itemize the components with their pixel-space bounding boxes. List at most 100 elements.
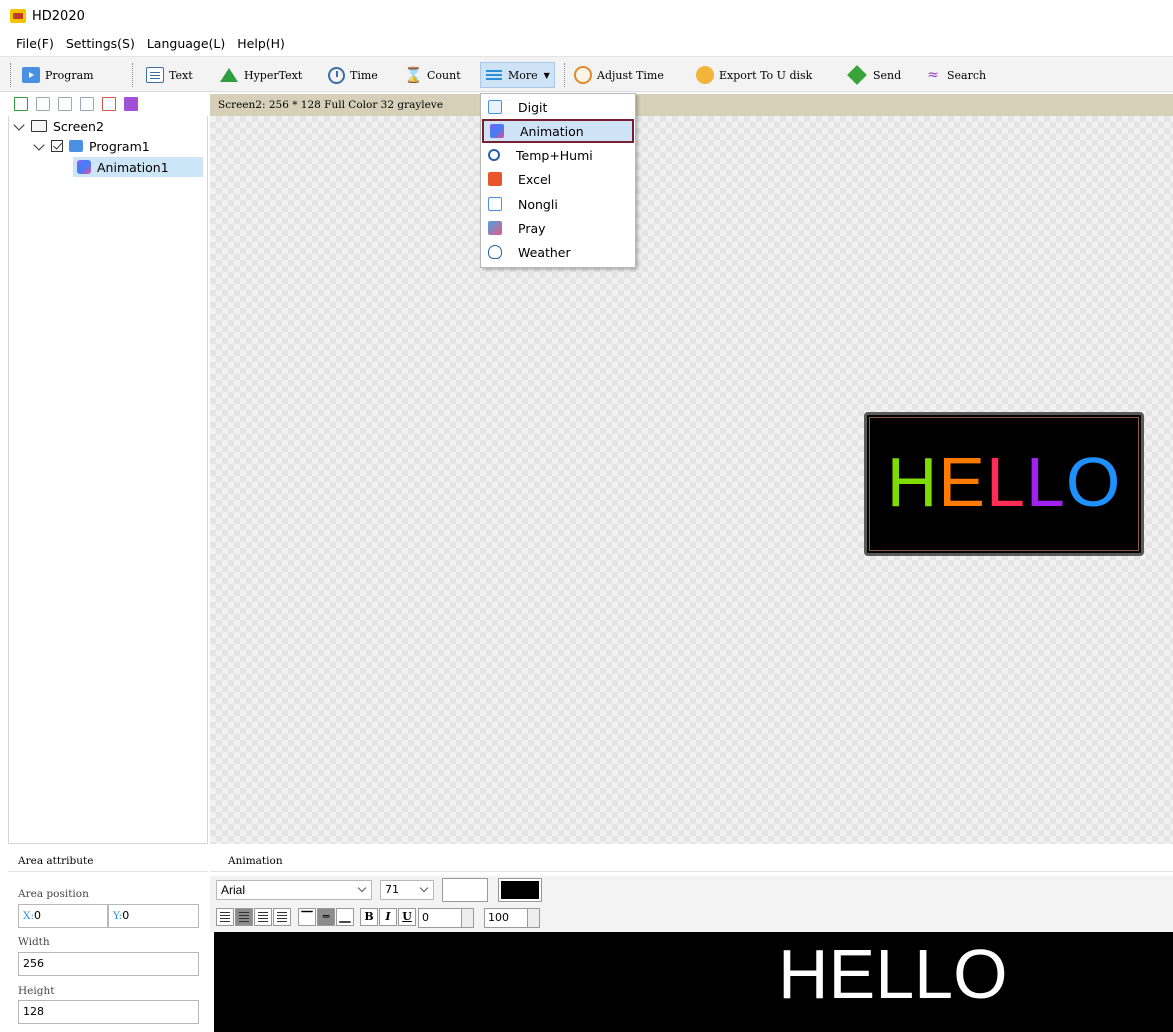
pray-icon [488,221,502,235]
align-top-button[interactable]: ⎺ [298,908,316,926]
menu-item-weather[interactable]: Weather [482,240,634,264]
add-program-icon[interactable] [14,97,28,111]
text-color-picker[interactable] [498,878,542,902]
menu-help[interactable]: Help(H) [237,36,285,51]
menu-settings[interactable]: Settings(S) [66,36,135,51]
program-button[interactable]: Program [22,63,94,87]
animation-icon [490,124,504,138]
spinner-arrows-icon[interactable] [527,909,539,927]
toolbar-grip [10,63,11,87]
y-field[interactable]: Y:0 [108,904,199,928]
align-left-icon [220,912,230,913]
wifi-icon: ≈ [927,67,939,83]
menu-item-nongli[interactable]: Nongli [482,192,634,216]
paste-icon[interactable] [36,97,50,111]
text-icon [146,67,164,83]
move-up-icon[interactable] [58,97,72,111]
more-button[interactable]: More ▼ [480,62,555,88]
toolbar-separator [132,63,133,87]
menu-item-animation[interactable]: Animation [482,119,634,143]
menu-item-label: Pray [518,220,546,236]
italic-button[interactable]: I [379,908,397,926]
menu-item-temp-humi[interactable]: Temp+Humi [482,143,634,167]
more-dropdown-menu: Digit Animation Temp+Humi Excel Nongli P… [480,93,636,268]
justify-button[interactable] [273,908,291,926]
spinner-arrows-icon[interactable] [461,909,473,927]
calendar-icon [488,197,502,211]
y-value: 0 [122,909,130,922]
main-toolbar: Program Text HyperText Time ⌛ Count More… [0,56,1173,92]
delete-icon[interactable] [102,97,116,111]
screen-info-bar: Screen2: 256 * 128 Full Color 32 graylev… [210,94,1173,116]
menu-item-label: Digit [518,99,548,115]
menu-language[interactable]: Language(L) [147,36,225,51]
count-button[interactable]: ⌛ Count [404,63,461,87]
width-field[interactable]: 256 [18,952,199,976]
usb-disk-icon [696,66,714,84]
export-button[interactable]: Export To U disk [696,63,812,87]
align-right-button[interactable] [254,908,272,926]
y-label: Y: [113,910,123,922]
align-bottom-icon: ⎽ [339,910,351,923]
menu-item-pray[interactable]: Pray [482,216,634,240]
tree-label-animation: Animation1 [97,159,169,175]
scale-spinner[interactable]: 100 [484,908,540,928]
adjust-time-button[interactable]: Adjust Time [574,63,664,87]
area-position-label: Area position [18,888,89,900]
export-label: Export To U disk [719,68,813,82]
align-center-button[interactable] [235,908,253,926]
align-right-icon [258,912,268,913]
menu-bar: File(F) Settings(S) Language(L) Help(H) [0,32,1173,54]
menu-file[interactable]: File(F) [16,36,54,51]
check-all-icon[interactable] [124,97,138,111]
background-color-picker[interactable] [442,878,488,902]
align-left-button[interactable] [216,908,234,926]
menu-item-excel[interactable]: Excel [482,167,634,191]
temperature-icon [488,149,500,161]
menu-item-label: Excel [518,171,552,187]
preview-letter: L [1025,443,1066,521]
excel-icon [488,172,502,186]
preview-text: HELLO [870,442,1138,522]
align-middle-button[interactable]: ═ [317,908,335,926]
preview-letter: E [938,443,986,521]
font-size-select[interactable]: 71 [380,880,434,900]
preview-frame: HELLO [869,417,1139,551]
spacing-spinner[interactable]: 0 [418,908,474,928]
text-editor-area[interactable]: HELLO [214,932,1173,1032]
program-icon [22,67,40,83]
move-down-icon[interactable] [80,97,94,111]
menu-item-label: Weather [518,244,571,260]
send-label: Send [873,68,902,82]
x-value: 0 [34,909,42,922]
animation-icon [77,160,91,174]
height-field[interactable]: 128 [18,1000,199,1024]
menu-item-digit[interactable]: Digit [482,95,634,119]
search-button[interactable]: ≈ Search [924,63,986,87]
menu-item-label: Temp+Humi [516,147,593,163]
menu-item-label: Animation [520,123,584,139]
hypertext-button[interactable]: HyperText [220,63,302,87]
send-button[interactable]: Send [847,63,902,87]
tree-node-program[interactable]: Program1 [33,136,150,156]
chevron-down-icon[interactable] [33,138,45,151]
align-bottom-button[interactable]: ⎽ [336,908,354,926]
tree-label-screen: Screen2 [53,118,104,134]
tree-node-screen[interactable]: Screen2 [13,116,104,136]
digit-icon [488,100,502,114]
spacing-value: 0 [422,911,429,924]
bold-button[interactable]: B [360,908,378,926]
count-label: Count [427,68,461,82]
font-family-select[interactable]: Arial [216,880,372,900]
tree-node-animation[interactable]: Animation1 [73,157,203,177]
animation-area-preview[interactable]: HELLO [864,412,1144,556]
send-icon [847,65,867,85]
time-button[interactable]: Time [328,63,378,87]
text-format-toolbar: Arial 71 ⎺ ═ ⎽ B I U 0 100 [210,876,1173,932]
chevron-down-icon[interactable] [13,118,25,131]
program-checkbox[interactable] [51,140,63,152]
x-field[interactable]: X:0 [18,904,108,928]
x-label: X: [23,910,35,922]
text-button[interactable]: Text [146,63,193,87]
underline-button[interactable]: U [398,908,416,926]
